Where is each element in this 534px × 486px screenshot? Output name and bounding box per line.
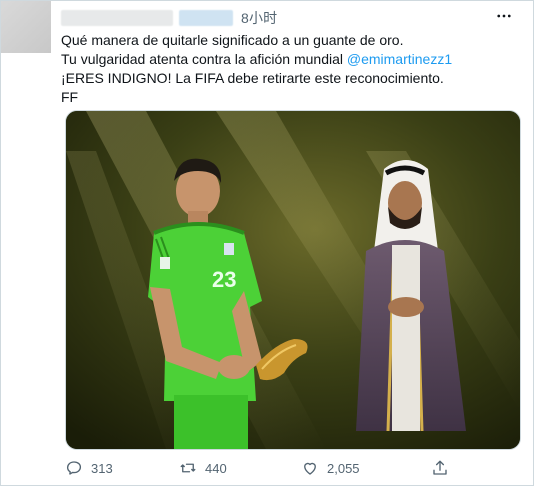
tweet-header: 8小时 bbox=[61, 8, 277, 28]
tweet-line-2-text: Tu vulgaridad atenta contra la afición m… bbox=[61, 51, 347, 67]
reply-count: 313 bbox=[91, 460, 113, 476]
tweet-line-1: Qué manera de quitarle significado a un … bbox=[61, 32, 404, 48]
tweet-card: 8小时 Qué manera de quitarle significado a… bbox=[0, 0, 534, 486]
reply-button[interactable]: 313 bbox=[65, 457, 113, 479]
like-count: 2,055 bbox=[327, 460, 360, 476]
share-icon bbox=[433, 460, 447, 475]
author-handle-redacted[interactable] bbox=[179, 10, 233, 26]
jersey-number: 23 bbox=[212, 267, 236, 292]
mention-link[interactable]: @emimartinezz1 bbox=[347, 51, 452, 67]
tweet-line-4: FF bbox=[61, 89, 79, 105]
photo-illustration: 23 bbox=[66, 111, 520, 449]
like-button[interactable]: 2,055 bbox=[301, 457, 360, 479]
more-icon[interactable] bbox=[493, 5, 515, 27]
tweet-text: Qué manera de quitarle significado a un … bbox=[61, 31, 521, 107]
retweet-count: 440 bbox=[205, 460, 227, 476]
tweet-line-2: Tu vulgaridad atenta contra la afición m… bbox=[61, 50, 521, 69]
heart-icon bbox=[304, 462, 316, 475]
tweet-line-3: ¡ERES INDIGNO! La FIFA debe retirarte es… bbox=[61, 70, 444, 86]
tweet-time[interactable]: 8小时 bbox=[241, 8, 277, 28]
retweet-icon bbox=[180, 463, 196, 473]
author-name-redacted[interactable] bbox=[61, 10, 173, 26]
share-button[interactable] bbox=[431, 457, 449, 479]
retweet-button[interactable]: 440 bbox=[179, 457, 227, 479]
avatar[interactable] bbox=[1, 1, 51, 53]
tweet-actions: 313 440 2,055 bbox=[61, 457, 461, 479]
reply-icon bbox=[66, 461, 82, 475]
tweet-photo[interactable]: 23 bbox=[65, 110, 521, 450]
